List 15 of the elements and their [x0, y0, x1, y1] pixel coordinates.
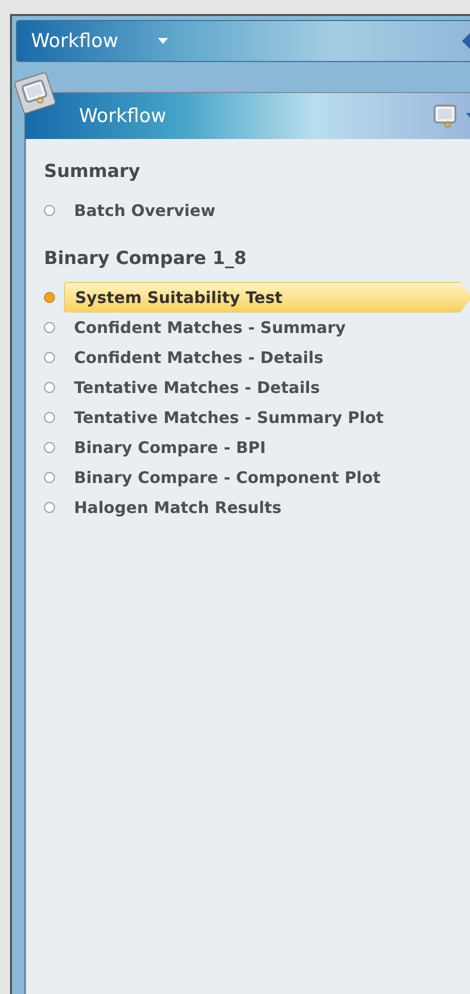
group-heading: Binary Compare 1_8 [44, 248, 248, 269]
workflow-item[interactable]: Binary Compare - BPI [64, 432, 276, 462]
workflow-dropdown[interactable]: Workflow [31, 30, 118, 52]
workflow-item[interactable]: System Suitability Test [64, 282, 470, 312]
workflow-item[interactable]: Confident Matches - Summary [64, 312, 356, 342]
monitor-icon [432, 103, 458, 129]
workflow-item[interactable]: Tentative Matches - Details [64, 372, 330, 402]
workflow-item[interactable]: Binary Compare - Component Plot [64, 462, 390, 492]
group-heading: Summary [44, 161, 142, 182]
panel-title: Workflow [79, 105, 168, 127]
workflow-item[interactable]: Confident Matches - Details [64, 342, 334, 372]
workflow-item[interactable]: Batch Overview [64, 196, 226, 224]
workflow-item[interactable]: Tentative Matches - Summary Plot [64, 402, 394, 432]
workflow-item[interactable]: Halogen Match Results [64, 492, 292, 522]
caret-icon[interactable] [158, 38, 168, 44]
